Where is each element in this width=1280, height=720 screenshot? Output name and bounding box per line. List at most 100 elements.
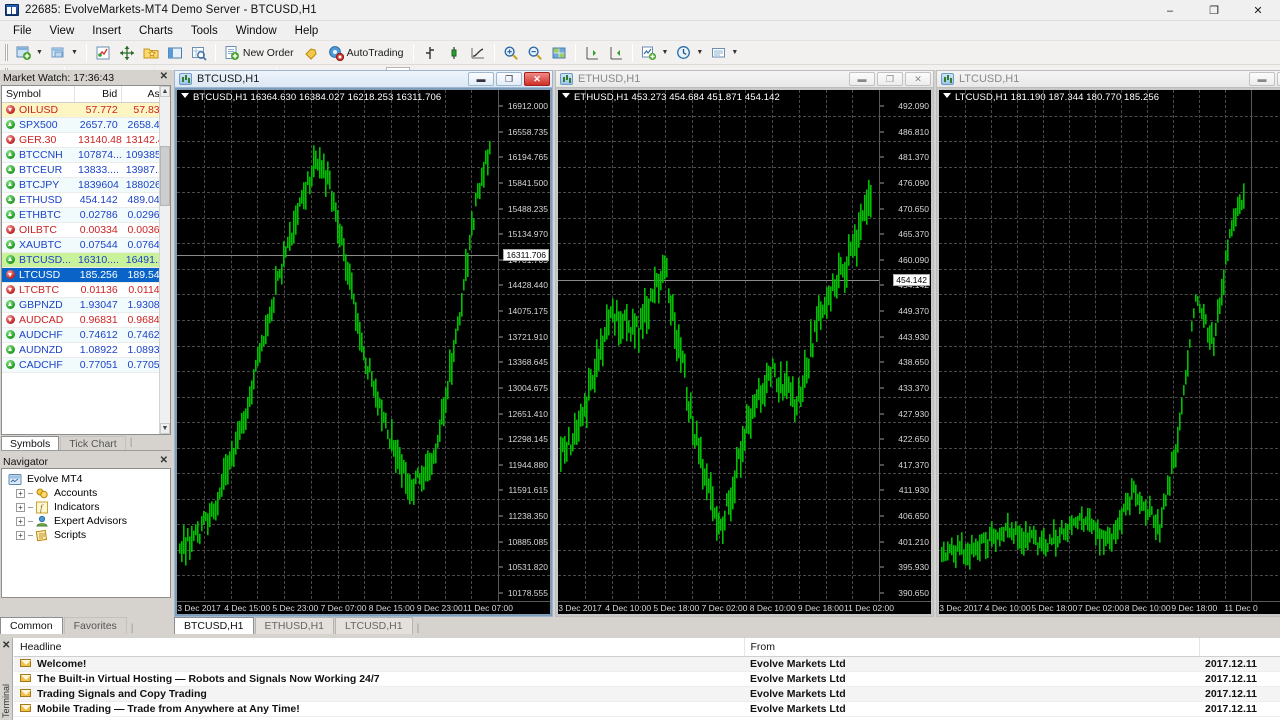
market-watch-row[interactable]: GBPNZD 1.93047 1.93083 <box>2 297 170 313</box>
navigator-item-scripts[interactable]: + Scripts <box>6 528 170 542</box>
col-bid[interactable]: Bid <box>74 86 123 103</box>
market-watch-row[interactable]: BTCUSD... 16310.... 16491.... <box>2 252 170 268</box>
price-axis[interactable]: 16912.000 16558.735 16194.765 15841.500 1548… <box>498 90 550 614</box>
chart-minimize-button[interactable]: ▬ <box>1249 72 1275 86</box>
news-row[interactable]: Trading Signals and Copy Trading Evolve M… <box>14 686 1280 702</box>
zoom-out-button[interactable] <box>523 42 547 63</box>
navigator-button[interactable] <box>139 42 163 63</box>
scroll-down-icon[interactable]: ▼ <box>160 423 170 434</box>
chart-tab-btcusd[interactable]: BTCUSD,H1 <box>174 617 254 634</box>
templates-button[interactable]: ▼ <box>707 42 742 63</box>
market-watch-row[interactable]: XAUBTC 0.07544 0.07641 <box>2 237 170 253</box>
market-watch-close-icon[interactable]: ✕ <box>160 71 168 82</box>
expand-icon[interactable]: + <box>16 488 25 498</box>
period-button[interactable]: ▼ <box>672 42 707 63</box>
new-order-button[interactable]: New Order <box>220 42 300 63</box>
market-watch-scrollbar[interactable]: ▲ ▼ <box>159 86 170 434</box>
tab-common[interactable]: Common <box>0 617 63 634</box>
navigator-item-indicators[interactable]: + f Indicators <box>6 500 170 514</box>
chevron-down-icon[interactable]: ▼ <box>36 49 43 56</box>
navigator-item-accounts[interactable]: + Accounts <box>6 486 170 500</box>
chevron-down-icon[interactable]: ▼ <box>71 49 78 56</box>
metaeditor-button[interactable] <box>300 42 324 63</box>
market-watch-panel[interactable]: Symbol Bid Ask OILUSD 57.772 57.832 SPX500 2… <box>1 85 171 435</box>
close-button[interactable]: ✕ <box>1236 0 1280 21</box>
news-row[interactable]: Welcome! Evolve Markets Ltd 2017.12.11 <box>14 656 1280 672</box>
navigator-item-expert-advisors[interactable]: + Expert Advisors <box>6 514 170 528</box>
chart-title-bar[interactable]: ETHUSD,H1 ▬ ❐ ✕ <box>555 70 934 87</box>
tab-favorites[interactable]: Favorites <box>63 617 127 634</box>
tile-windows-button[interactable] <box>547 42 571 63</box>
data-window-button[interactable] <box>115 42 139 63</box>
chart-close-button[interactable]: ✕ <box>524 72 550 86</box>
market-watch-row[interactable]: CADCHF 0.77051 0.77059 <box>2 357 170 373</box>
navigator-close-icon[interactable]: ✕ <box>160 455 168 466</box>
chart-maximize-button[interactable]: ❐ <box>877 72 903 86</box>
news-row[interactable]: Mobile Trading — Trade from Anywhere at … <box>14 701 1280 717</box>
chart-maximize-button[interactable]: ❐ <box>496 72 522 86</box>
chart-tab-ethusd[interactable]: ETHUSD,H1 <box>254 617 335 634</box>
menu-help[interactable]: Help <box>286 23 328 39</box>
market-watch-row[interactable]: OILUSD 57.772 57.832 <box>2 102 170 118</box>
menu-file[interactable]: File <box>4 23 41 39</box>
terminal-button[interactable] <box>163 42 187 63</box>
market-watch-row[interactable]: BTCCNH 107874... 109385... <box>2 147 170 163</box>
chart-dropdown-icon[interactable] <box>562 93 570 98</box>
toolbar-grip[interactable] <box>5 44 9 61</box>
tab-symbols[interactable]: Symbols <box>1 436 60 450</box>
time-axis[interactable]: 3 Dec 2017 4 Dec 10:00 5 Dec 18:00 7 Dec 02… <box>939 601 1280 614</box>
expand-icon[interactable]: + <box>16 530 25 540</box>
chart-window-ethusd[interactable]: ETHUSD,H1 ▬ ❐ ✕ ETHUSD,H1 453.273 454.68… <box>555 70 934 617</box>
market-watch-row[interactable]: AUDCAD 0.96831 0.96841 <box>2 312 170 328</box>
chevron-down-icon[interactable]: ▼ <box>696 49 703 56</box>
chart-title-bar[interactable]: LTCUSD,H1 ▬ ❐ <box>936 70 1280 87</box>
chart-minimize-button[interactable]: ▬ <box>849 72 875 86</box>
line-chart-button[interactable] <box>466 42 490 63</box>
indicators-button[interactable]: ▼ <box>637 42 672 63</box>
chart-dropdown-icon[interactable] <box>181 93 189 98</box>
menu-charts[interactable]: Charts <box>130 23 182 39</box>
news-row[interactable]: The Built-in Virtual Hosting — Robots an… <box>14 671 1280 687</box>
chart-title-bar[interactable]: BTCUSD,H1 ▬ ❐ ✕ <box>174 70 553 87</box>
chart-canvas[interactable]: BTCUSD,H1 16364.630 16384.027 16218.253 … <box>177 90 550 614</box>
profiles-button[interactable]: ▼ <box>47 42 82 63</box>
time-axis[interactable]: 3 Dec 2017 4 Dec 10:00 5 Dec 18:00 7 Dec 02… <box>558 601 931 614</box>
market-watch-row[interactable]: ETHBTC 0.02786 0.02968 <box>2 207 170 223</box>
strategy-tester-button[interactable] <box>187 42 211 63</box>
chart-close-button[interactable]: ✕ <box>905 72 931 86</box>
menu-window[interactable]: Window <box>227 23 286 39</box>
market-watch-row[interactable]: BTCJPY 1839604 1880268 <box>2 177 170 193</box>
col-date[interactable] <box>1199 638 1280 657</box>
chart-canvas[interactable]: ETHUSD,H1 453.273 454.684 451.871 454.14… <box>558 90 931 614</box>
col-from[interactable]: From <box>744 638 1200 657</box>
scrollbar-thumb[interactable] <box>160 146 170 206</box>
chart-tab-ltcusd[interactable]: LTCUSD,H1 <box>335 617 413 634</box>
market-watch-row[interactable]: GER.30 13140.48 13142.40 <box>2 132 170 148</box>
chart-canvas[interactable]: LTCUSD,H1 181.190 187.344 180.770 185.25… <box>939 90 1280 614</box>
time-axis[interactable]: 3 Dec 2017 4 Dec 15:00 5 Dec 23:00 7 Dec 07… <box>177 601 550 614</box>
chevron-down-icon[interactable]: ▼ <box>661 49 668 56</box>
bar-chart-button[interactable] <box>418 42 442 63</box>
chart-window-btcusd[interactable]: BTCUSD,H1 ▬ ❐ ✕ BTCUSD,H1 16364.630 1638… <box>174 70 553 617</box>
terminal-close-icon[interactable]: ✕ <box>2 640 10 651</box>
navigator-panel[interactable]: Evolve MT4 + Accounts + f Indicators + E… <box>1 468 171 598</box>
chart-minimize-button[interactable]: ▬ <box>468 72 494 86</box>
market-watch-row[interactable]: LTCUSD 185.256 189.546 <box>2 267 170 283</box>
market-watch-row[interactable]: OILBTC 0.00334 0.00361 <box>2 222 170 238</box>
auto-scroll-button[interactable] <box>604 42 628 63</box>
menu-insert[interactable]: Insert <box>83 23 130 39</box>
expand-icon[interactable]: + <box>16 502 25 512</box>
zoom-in-button[interactable] <box>499 42 523 63</box>
scroll-up-icon[interactable]: ▲ <box>160 86 170 97</box>
col-headline[interactable]: Headline <box>14 638 745 657</box>
candlestick-chart-button[interactable] <box>442 42 466 63</box>
col-symbol[interactable]: Symbol <box>2 86 75 103</box>
autotrading-button[interactable]: AutoTrading <box>324 42 410 63</box>
shift-end-button[interactable] <box>580 42 604 63</box>
chevron-down-icon[interactable]: ▼ <box>731 49 738 56</box>
new-chart-button[interactable]: ▼ <box>12 42 47 63</box>
market-watch-row[interactable]: ETHUSD 454.142 489.048 <box>2 192 170 208</box>
maximize-button[interactable]: ❐ <box>1192 0 1236 21</box>
navigator-root[interactable]: Evolve MT4 <box>6 472 170 486</box>
market-watch-row[interactable]: LTCBTC 0.01136 0.01149 <box>2 282 170 298</box>
